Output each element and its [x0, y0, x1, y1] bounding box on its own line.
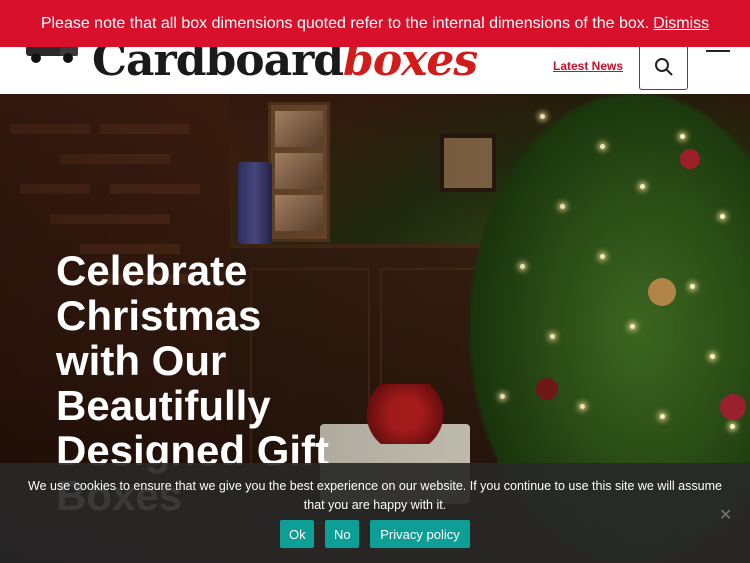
notice-message: Please note that all box dimensions quot… — [40, 14, 650, 32]
cookie-ok-button[interactable]: Ok — [280, 520, 315, 548]
notice-bar: Please note that all box dimensions quot… — [0, 0, 750, 47]
cookie-banner: We use cookies to ensure that we give yo… — [0, 463, 750, 563]
privacy-policy-button[interactable]: Privacy policy — [370, 520, 470, 548]
search-button[interactable] — [639, 44, 688, 90]
cookie-no-button[interactable]: No — [325, 520, 360, 548]
search-icon — [654, 58, 673, 76]
latest-news-link[interactable]: Latest News — [553, 59, 623, 73]
dismiss-link[interactable]: Dismiss — [653, 15, 709, 33]
close-icon[interactable]: ✕ — [719, 505, 732, 525]
cookie-button-group: Ok No Privacy policy — [0, 520, 750, 548]
hamburger-menu-icon[interactable] — [706, 50, 730, 56]
cookie-message: We use cookies to ensure that we give yo… — [28, 479, 722, 512]
